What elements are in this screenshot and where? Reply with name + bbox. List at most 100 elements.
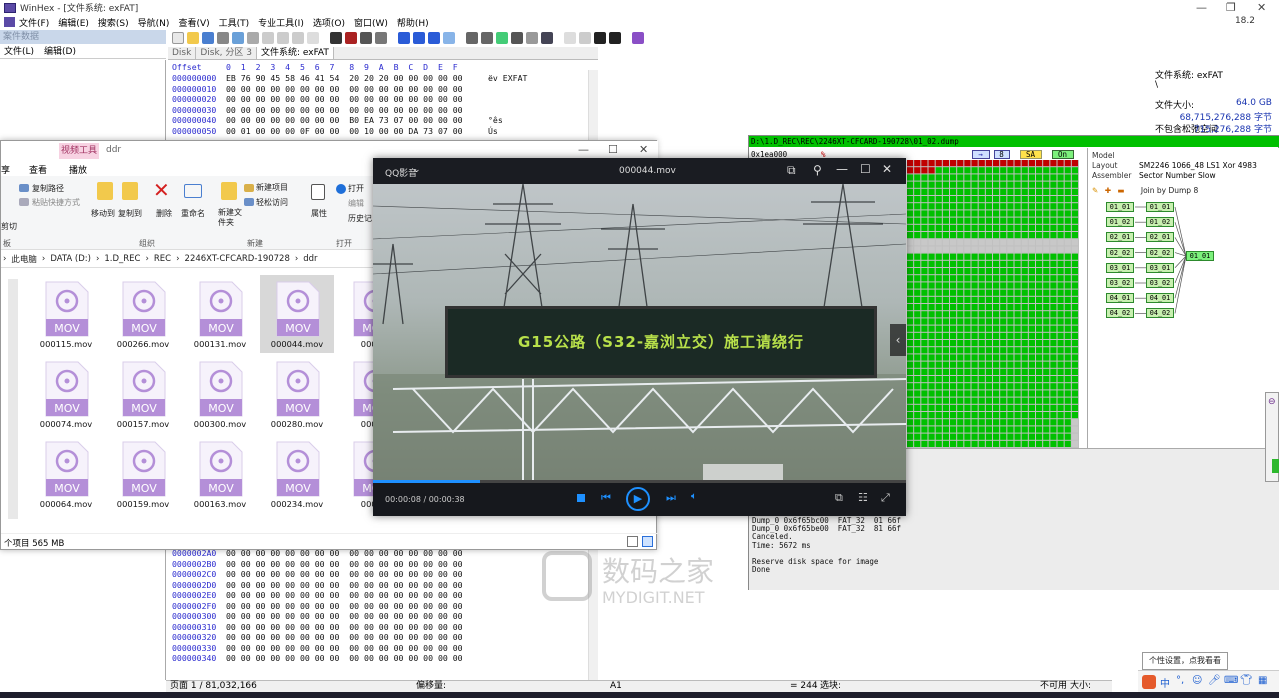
block-cell[interactable] — [1028, 419, 1035, 426]
block-cell[interactable] — [1057, 268, 1064, 275]
output-node[interactable]: 01_01 — [1186, 251, 1214, 261]
block-cell[interactable] — [1050, 383, 1057, 390]
block-cell[interactable] — [971, 347, 978, 354]
block-cell[interactable] — [985, 282, 992, 289]
block-cell[interactable] — [1043, 188, 1050, 195]
block-cell[interactable] — [921, 268, 928, 275]
block-cell[interactable] — [993, 260, 1000, 267]
block-cell[interactable] — [1050, 304, 1057, 311]
block-cell[interactable] — [1000, 167, 1007, 174]
block-cell[interactable] — [1007, 332, 1014, 339]
block-cell[interactable] — [1043, 239, 1050, 246]
block-cell[interactable] — [935, 239, 942, 246]
block-cell[interactable] — [971, 390, 978, 397]
block-cell[interactable] — [1028, 275, 1035, 282]
block-cell[interactable] — [971, 289, 978, 296]
move-to-button[interactable]: 移动到 — [91, 208, 115, 219]
close-icon[interactable]: ✕ — [1257, 1, 1266, 14]
block-cell[interactable] — [914, 268, 921, 275]
block-cell[interactable] — [921, 224, 928, 231]
block-cell[interactable] — [1071, 239, 1078, 246]
block-cell[interactable] — [950, 383, 957, 390]
block-cell[interactable] — [914, 167, 921, 174]
block-cell[interactable] — [985, 332, 992, 339]
block-cell[interactable] — [1021, 318, 1028, 325]
block-cell[interactable] — [957, 325, 964, 332]
block-cell[interactable] — [1071, 289, 1078, 296]
block-cell[interactable] — [993, 275, 1000, 282]
block-cell[interactable] — [914, 174, 921, 181]
block-cell[interactable] — [1036, 318, 1043, 325]
block-cell[interactable] — [921, 275, 928, 282]
write-icon[interactable] — [307, 32, 319, 44]
block-cell[interactable] — [1036, 181, 1043, 188]
block-cell[interactable] — [914, 275, 921, 282]
video-frame[interactable]: G15公路（S32-嘉浏立交）施工请绕行 ‹ — [373, 184, 906, 480]
block-cell[interactable] — [1021, 224, 1028, 231]
block-cell[interactable] — [907, 376, 914, 383]
block-cell[interactable] — [1000, 419, 1007, 426]
block-cell[interactable] — [907, 383, 914, 390]
skin-icon[interactable]: 👕︎ — [1240, 675, 1253, 686]
block-cell[interactable] — [978, 347, 985, 354]
block-cell[interactable] — [964, 289, 971, 296]
block-cell[interactable] — [928, 275, 935, 282]
block-cell[interactable] — [921, 383, 928, 390]
block-cell[interactable] — [1021, 275, 1028, 282]
block-cell[interactable] — [1007, 174, 1014, 181]
block-cell[interactable] — [907, 347, 914, 354]
hex-row[interactable]: 000000010 00 00 00 00 00 00 00 00 00 00 0… — [168, 84, 488, 95]
block-cell[interactable] — [978, 289, 985, 296]
copy-icon[interactable] — [277, 32, 289, 44]
block-cell[interactable] — [928, 160, 935, 167]
block-cell[interactable] — [1007, 289, 1014, 296]
block-cell[interactable] — [1007, 275, 1014, 282]
block-cell[interactable] — [942, 167, 949, 174]
block-cell[interactable] — [978, 275, 985, 282]
block-cell[interactable] — [928, 311, 935, 318]
block-cell[interactable] — [1021, 304, 1028, 311]
block-cell[interactable] — [950, 253, 957, 260]
block-cell[interactable] — [957, 188, 964, 195]
block-cell[interactable] — [957, 368, 964, 375]
block-cell[interactable] — [1007, 433, 1014, 440]
block-cell[interactable] — [942, 217, 949, 224]
block-cell[interactable] — [964, 174, 971, 181]
block-cell[interactable] — [1043, 390, 1050, 397]
new-item-button[interactable]: 新建项目 — [256, 182, 288, 193]
block-cell[interactable] — [1021, 332, 1028, 339]
block-cell[interactable] — [1014, 354, 1021, 361]
block-cell[interactable] — [985, 433, 992, 440]
block-cell[interactable] — [907, 210, 914, 217]
block-cell[interactable] — [1057, 304, 1064, 311]
block-cell[interactable] — [1071, 368, 1078, 375]
block-cell[interactable] — [971, 440, 978, 447]
mic-icon[interactable]: 🎤︎ — [1208, 675, 1221, 686]
block-cell[interactable] — [1064, 246, 1071, 253]
block-cell[interactable] — [1064, 347, 1071, 354]
block-cell[interactable] — [1043, 174, 1050, 181]
block-cell[interactable] — [978, 354, 985, 361]
block-cell[interactable] — [1043, 167, 1050, 174]
block-cell[interactable] — [1028, 354, 1035, 361]
block-cell[interactable] — [985, 354, 992, 361]
block-cell[interactable] — [1071, 325, 1078, 332]
block-cell[interactable] — [1007, 304, 1014, 311]
block-cell[interactable] — [942, 361, 949, 368]
block-cell[interactable] — [1071, 347, 1078, 354]
block-cell[interactable] — [971, 361, 978, 368]
block-cell[interactable] — [1043, 304, 1050, 311]
block-cell[interactable] — [1057, 311, 1064, 318]
block-cell[interactable] — [1007, 383, 1014, 390]
block-cell[interactable] — [985, 224, 992, 231]
block-cell[interactable] — [993, 181, 1000, 188]
block-cell[interactable] — [914, 311, 921, 318]
minimize-icon[interactable]: — — [1196, 1, 1207, 14]
block-cell[interactable] — [942, 412, 949, 419]
block-cell[interactable] — [1036, 253, 1043, 260]
block-cell[interactable] — [1014, 167, 1021, 174]
block-cell[interactable] — [1036, 433, 1043, 440]
block-cell[interactable] — [1021, 296, 1028, 303]
template-icon[interactable] — [564, 32, 576, 44]
block-cell[interactable] — [950, 332, 957, 339]
